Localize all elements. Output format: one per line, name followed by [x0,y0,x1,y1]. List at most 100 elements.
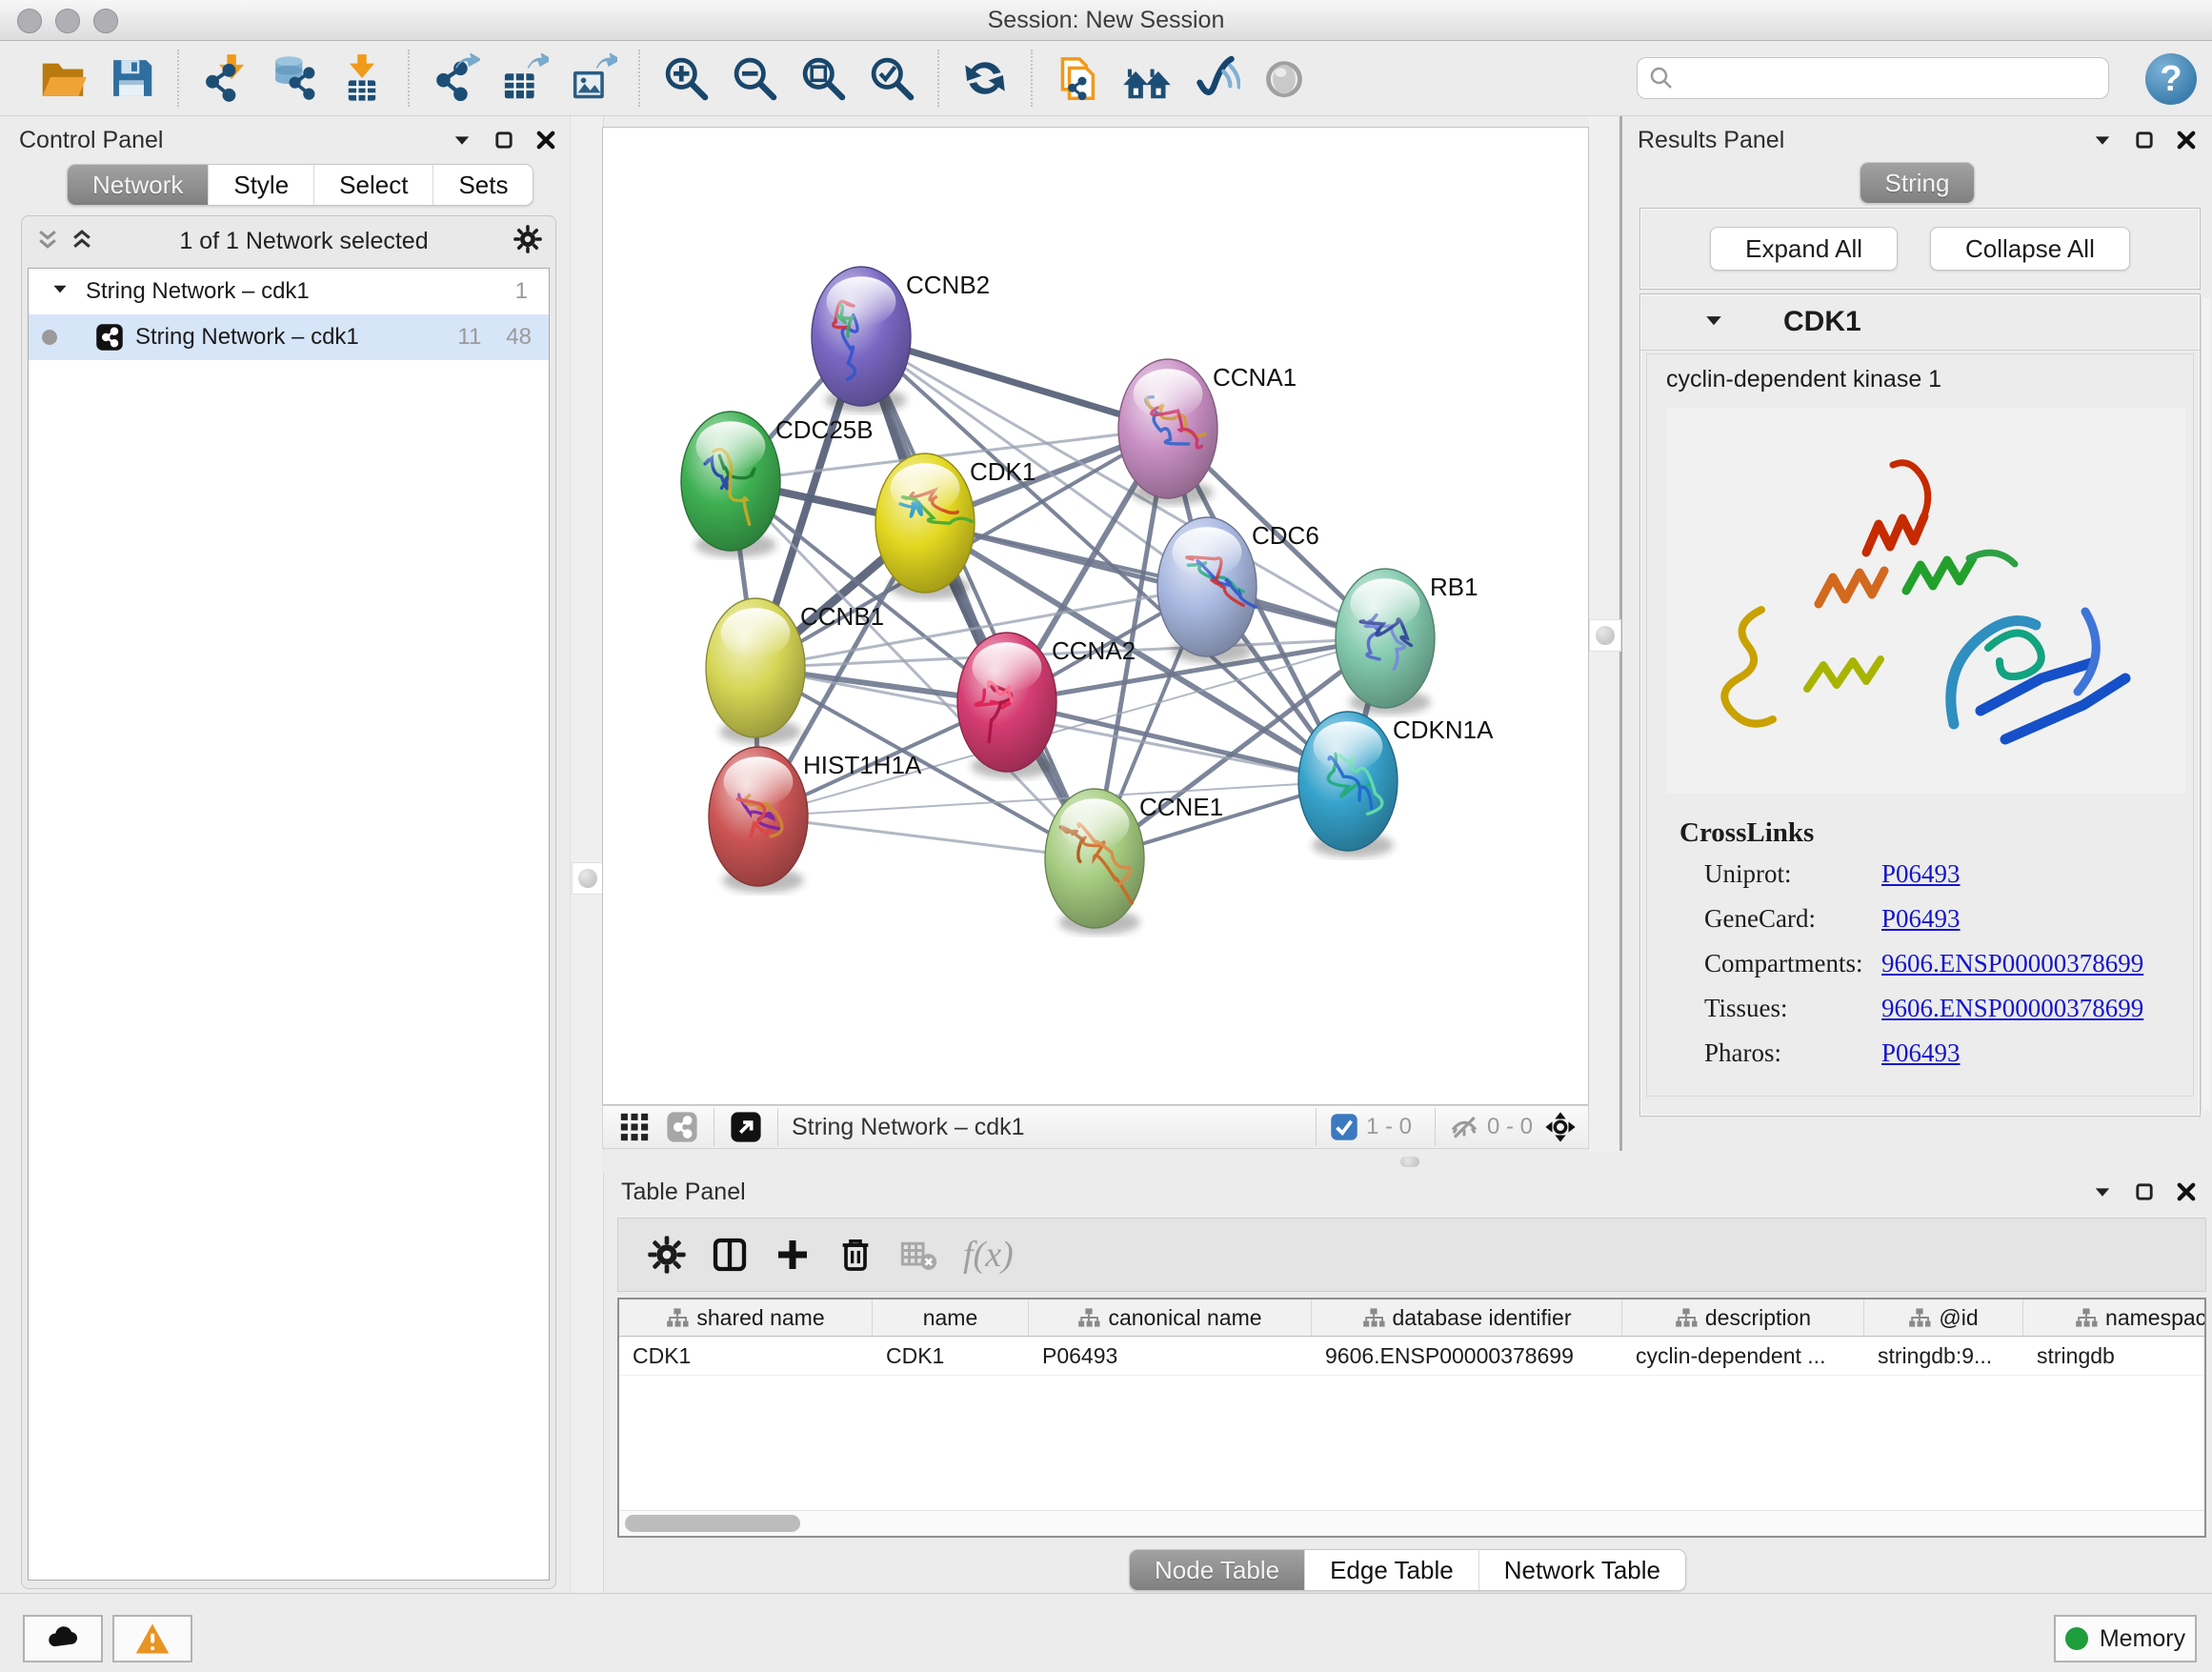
hide-graphics-details-button[interactable] [1188,50,1243,106]
table-panel-menu-caret-icon[interactable] [2090,1179,2115,1204]
column-header-description[interactable]: description [1622,1299,1864,1336]
toolbar-separator [937,50,939,107]
clone-network-button[interactable] [1051,50,1106,106]
zoom-selected-button[interactable] [864,50,919,106]
tab-sets[interactable]: Sets [433,165,533,205]
import-network-file-button[interactable] [197,50,252,106]
network-node-ccne1[interactable]: CCNE1 [1045,789,1223,935]
table-settings-gear-icon[interactable] [644,1232,690,1278]
network-options-gear-icon[interactable] [513,225,542,258]
column-header-database-identifier[interactable]: database identifier [1312,1299,1622,1336]
table-cell[interactable]: stringdb:9... [1864,1337,2023,1375]
table-panel-float-icon[interactable] [2132,1179,2157,1204]
help-button[interactable]: ? [2145,53,2197,105]
grid-view-icon[interactable] [616,1109,653,1145]
results-tab-string[interactable]: String [1860,163,1975,203]
birdseye-navigator-icon[interactable] [1542,1109,1579,1145]
table-cell[interactable]: cyclin-dependent ... [1622,1337,1864,1375]
crosslink-link[interactable]: 9606.ENSP00000378699 [1881,949,2143,978]
right-splitter-grip[interactable] [1589,619,1621,652]
import-table-file-button[interactable] [334,50,390,106]
table-hscroll-thumb[interactable] [625,1515,800,1532]
zoom-out-button[interactable] [727,50,782,106]
table-cell[interactable]: stringdb [2023,1337,2206,1375]
hidden-eye-icon[interactable] [1449,1109,1479,1145]
table-row[interactable]: CDK1CDK1P064939606.ENSP00000378699cyclin… [619,1337,2204,1376]
network-graph[interactable]: CCNB2CCNA1CDC25BCDK1CDC6RB1CCNB1CCNA2CDK… [603,128,1588,1104]
tab-style[interactable]: Style [209,165,314,205]
left-splitter-grip[interactable] [572,862,604,895]
right-splitter[interactable] [1589,116,1622,1151]
open-session-button[interactable] [35,50,90,106]
tab-network-table[interactable]: Network Table [1479,1550,1685,1590]
table-panel-close-icon[interactable] [2174,1179,2199,1204]
network-edge[interactable] [861,336,1095,858]
table-cell[interactable]: CDK1 [873,1337,1029,1375]
network-node-hist1h1a[interactable]: HIST1H1A [709,747,922,893]
column-header-name[interactable]: name [873,1299,1029,1336]
export-table-button[interactable] [496,50,552,106]
memory-button[interactable]: Memory [2054,1615,2197,1662]
table-cell[interactable]: CDK1 [619,1337,873,1375]
crosslink-link[interactable]: 9606.ENSP00000378699 [1881,994,2143,1023]
crosslink-link[interactable]: P06493 [1881,1038,1961,1068]
zoom-in-button[interactable] [658,50,714,106]
collapse-all-button[interactable]: Collapse All [1930,227,2130,271]
export-network-button[interactable] [428,50,483,106]
results-panel-close-icon[interactable] [2174,128,2199,152]
network-canvas[interactable]: CCNB2CCNA1CDC25BCDK1CDC6RB1CCNB1CCNA2CDK… [602,127,1589,1105]
search-input[interactable] [1676,60,2108,96]
cloud-services-button[interactable] [23,1615,103,1662]
expand-all-button[interactable]: Expand All [1710,227,1898,271]
horizontal-splitter[interactable] [602,1150,2212,1172]
crosslink-link[interactable]: P06493 [1881,904,1961,934]
string-home-button[interactable] [1119,50,1175,106]
network-tree-row[interactable]: String Network – cdk11148 [29,314,549,360]
import-network-database-button[interactable] [266,50,321,106]
left-splitter[interactable] [570,116,604,1593]
crosslink-row: Compartments:9606.ENSP00000378699 [1704,949,2183,994]
warnings-button[interactable] [112,1615,192,1662]
control-panel-close-icon[interactable] [533,128,558,152]
tab-node-table[interactable]: Node Table [1130,1550,1305,1590]
network-node-ccna1[interactable]: CCNA1 [1118,359,1297,505]
zoom-fit-button[interactable] [795,50,851,106]
tab-network[interactable]: Network [68,165,209,205]
expand-all-networks-icon[interactable] [70,227,94,256]
refresh-view-button[interactable] [957,50,1013,106]
column-header--id[interactable]: @id [1864,1299,2023,1336]
add-column-icon[interactable] [770,1232,815,1278]
delete-column-trash-icon[interactable] [833,1232,878,1278]
show-graphics-details-button[interactable] [1257,50,1312,106]
network-node-cdc25b[interactable]: CDC25B [681,412,874,557]
horizontal-splitter-grip[interactable] [1400,1157,1419,1167]
control-panel-float-icon[interactable] [492,128,516,152]
column-header-canonical-name[interactable]: canonical name [1029,1299,1312,1336]
results-panel-float-icon[interactable] [2132,128,2157,152]
column-header-namespace[interactable]: namespace [2023,1299,2206,1336]
table-cell[interactable]: 9606.ENSP00000378699 [1312,1337,1622,1375]
open-in-new-window-icon[interactable] [728,1109,764,1145]
table-cell[interactable]: P06493 [1029,1337,1312,1375]
save-session-button[interactable] [104,50,159,106]
network-node-cdkn1a[interactable]: CDKN1A [1298,712,1494,857]
table-horizontal-scrollbar[interactable] [619,1510,2204,1536]
collapse-all-networks-icon[interactable] [35,227,60,256]
tree-collapse-caret-icon[interactable] [50,278,70,306]
results-panel-menu-caret-icon[interactable] [2090,128,2115,152]
network-edge[interactable] [758,816,1095,858]
network-node-ccnb2[interactable]: CCNB2 [812,267,990,413]
column-header-shared-name[interactable]: shared name [619,1299,873,1336]
network-node-ccnb1[interactable]: CCNB1 [706,598,884,744]
network-node-rb1[interactable]: RB1 [1336,569,1478,715]
tab-edge-table[interactable]: Edge Table [1305,1550,1479,1590]
show-columns-icon[interactable] [707,1232,753,1278]
selected-checkbox-icon[interactable] [1330,1109,1358,1145]
gene-collapse-caret-icon[interactable] [1701,308,1726,337]
crosslink-link[interactable]: P06493 [1881,859,1961,889]
control-panel-menu-caret-icon[interactable] [450,128,474,152]
results-vertical-scrollbar[interactable] [2201,297,2211,1111]
network-tree-row[interactable]: String Network – cdk11 [29,269,549,314]
export-image-button[interactable] [565,50,620,106]
tab-select[interactable]: Select [314,165,433,205]
